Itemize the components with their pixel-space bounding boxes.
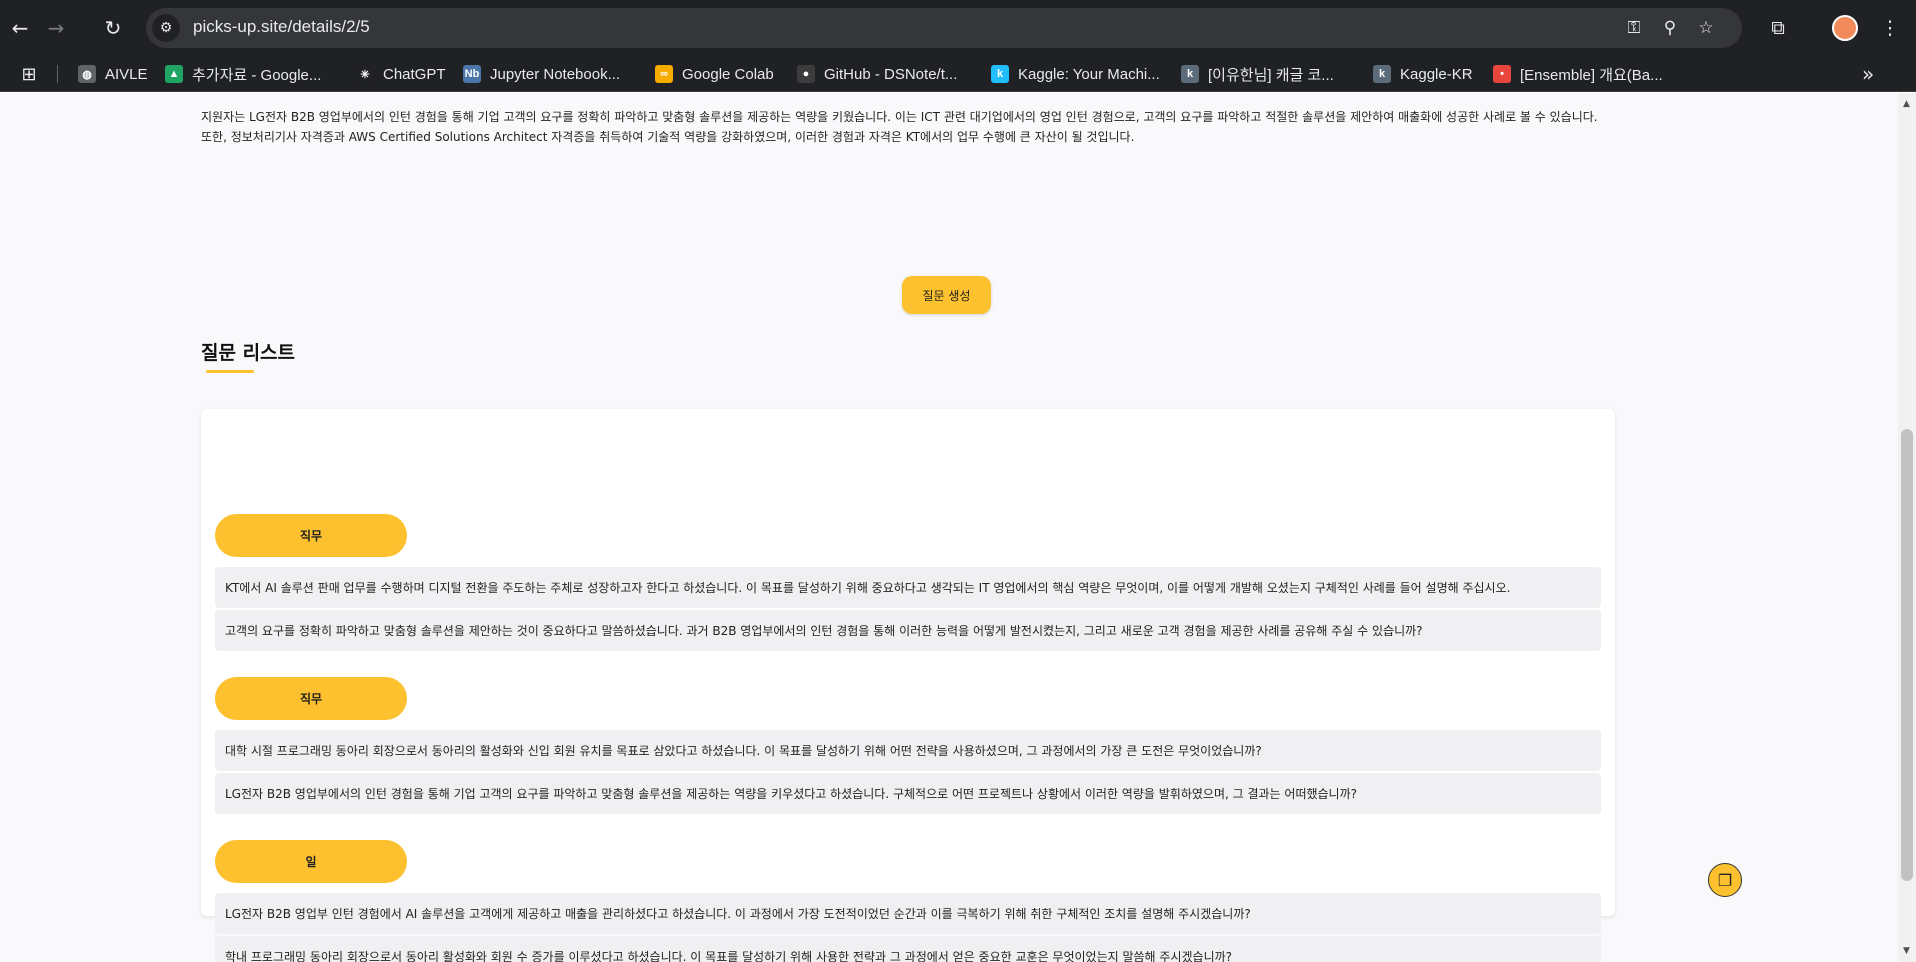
bookmark-item[interactable]: ● GitHub - DSNote/t... (797, 64, 957, 84)
bookmark-label: [Ensemble] 개요(Ba... (1520, 66, 1663, 84)
question-item: 학내 프로그래밍 동아리 회장으로서 동아리 활성화와 회원 수 증가를 이루셨… (215, 936, 1601, 962)
bookmarks-bar: ⊞ ◍ AIVLE ▲ 추가자료 - Google... ✳ ChatGPT Nb Jupyt… (0, 56, 1916, 92)
bookmark-label: ChatGPT (383, 65, 446, 83)
bookmark-favicon-icon: Nb (463, 65, 481, 83)
copy-document-icon[interactable]: ❐ (1708, 863, 1742, 897)
profile-avatar[interactable] (1832, 15, 1858, 41)
bookmark-item[interactable]: ✳ ChatGPT (356, 64, 446, 84)
category-badge: 일 (215, 840, 407, 883)
zoom-icon[interactable]: ⚲ (1658, 16, 1682, 40)
scroll-down-icon[interactable]: ▼ (1903, 946, 1910, 956)
bookmark-label: GitHub - DSNote/t... (824, 65, 958, 83)
bookmark-label: Google Colab (682, 65, 774, 83)
bookmark-favicon-icon: k (1373, 65, 1391, 83)
bookmark-item[interactable]: ▲ 추가자료 - Google... (165, 64, 321, 84)
bookmark-favicon-icon: ◍ (78, 65, 96, 83)
divider (57, 65, 58, 83)
extensions-icon[interactable]: ⧉ (1762, 12, 1794, 44)
bookmark-favicon-icon: • (1493, 65, 1511, 83)
bookmark-label: 추가자료 - Google... (192, 66, 322, 84)
bookmark-item[interactable]: k [이유한님] 캐글 코... (1181, 64, 1334, 84)
menu-icon[interactable]: ⋮ (1874, 12, 1906, 44)
applicant-summary: 지원자는 LG전자 B2B 영업부에서의 인턴 경험을 통해 기업 고객의 요구… (201, 110, 1598, 144)
bookmark-favicon-icon: ● (797, 65, 815, 83)
bookmark-item[interactable]: ◍ AIVLE (78, 64, 148, 84)
key-icon[interactable]: ⚿ (1622, 16, 1646, 40)
bookmark-favicon-icon: k (1181, 65, 1199, 83)
bookmark-star-icon[interactable]: ☆ (1694, 16, 1718, 40)
category-badge: 직무 (215, 514, 407, 557)
forward-icon[interactable]: → (40, 12, 72, 44)
question-item: 대학 시절 프로그래밍 동아리 회장으로서 동아리의 활성화와 신입 회원 유치… (215, 730, 1601, 771)
title-underline (206, 370, 254, 373)
bookmark-favicon-icon: ✳ (356, 65, 374, 83)
bookmark-label: Kaggle-KR (1400, 65, 1473, 83)
bookmark-label: [이유한님] 캐글 코... (1208, 66, 1334, 84)
bookmark-label: Jupyter Notebook... (490, 65, 621, 83)
bookmark-label: Kaggle: Your Machi... (1018, 65, 1160, 83)
category-badge: 직무 (215, 677, 407, 720)
scroll-up-icon[interactable]: ▲ (1903, 99, 1910, 109)
generate-questions-button[interactable]: 질문 생성 (902, 276, 991, 314)
more-bookmarks-icon[interactable]: » (1862, 62, 1874, 86)
question-item: LG전자 B2B 영업부에서의 인턴 경험을 통해 기업 고객의 요구를 파악하… (215, 773, 1601, 814)
url-text[interactable]: picks-up.site/details/2/5 (193, 17, 370, 37)
question-list-title: 질문 리스트 (201, 342, 296, 364)
bookmark-favicon-icon: ▲ (165, 65, 183, 83)
apps-icon[interactable]: ⊞ (19, 64, 39, 85)
bookmark-item[interactable]: k Kaggle: Your Machi... (991, 64, 1160, 84)
bookmark-label: AIVLE (105, 65, 148, 83)
address-bar[interactable]: ⚙ picks-up.site/details/2/5 ⚿ ⚲ ☆ (146, 8, 1742, 48)
page-content: 지원자는 LG전자 B2B 영업부에서의 인턴 경험을 통해 기업 고객의 요구… (0, 93, 1898, 962)
scroll-thumb[interactable] (1901, 429, 1913, 881)
question-item: LG전자 B2B 영업부 인턴 경험에서 AI 솔루션을 고객에게 제공하고 매… (215, 893, 1601, 934)
bookmark-favicon-icon: ∞ (655, 65, 673, 83)
site-info-icon[interactable]: ⚙ (152, 14, 180, 42)
bookmark-item[interactable]: • [Ensemble] 개요(Ba... (1493, 64, 1663, 84)
browser-toolbar: ← → ↻ ⚙ picks-up.site/details/2/5 ⚿ ⚲ ☆ … (0, 0, 1916, 56)
back-icon[interactable]: ← (4, 12, 36, 44)
question-item: KT에서 AI 솔루션 판매 업무를 수행하며 디지털 전환을 주도하는 주체로… (215, 567, 1601, 608)
bookmark-item[interactable]: Nb Jupyter Notebook... (463, 64, 620, 84)
reload-icon[interactable]: ↻ (97, 12, 129, 44)
bookmark-item[interactable]: ∞ Google Colab (655, 64, 774, 84)
bookmark-item[interactable]: k Kaggle-KR (1373, 64, 1473, 84)
page-scrollbar[interactable]: ▲ ▼ (1898, 93, 1916, 962)
bookmark-favicon-icon: k (991, 65, 1009, 83)
question-item: 고객의 요구를 정확히 파악하고 맞춤형 솔루션을 제안하는 것이 중요하다고 … (215, 610, 1601, 651)
question-list-card: 직무 KT에서 AI 솔루션 판매 업무를 수행하며 디지털 전환을 주도하는 … (201, 409, 1615, 962)
